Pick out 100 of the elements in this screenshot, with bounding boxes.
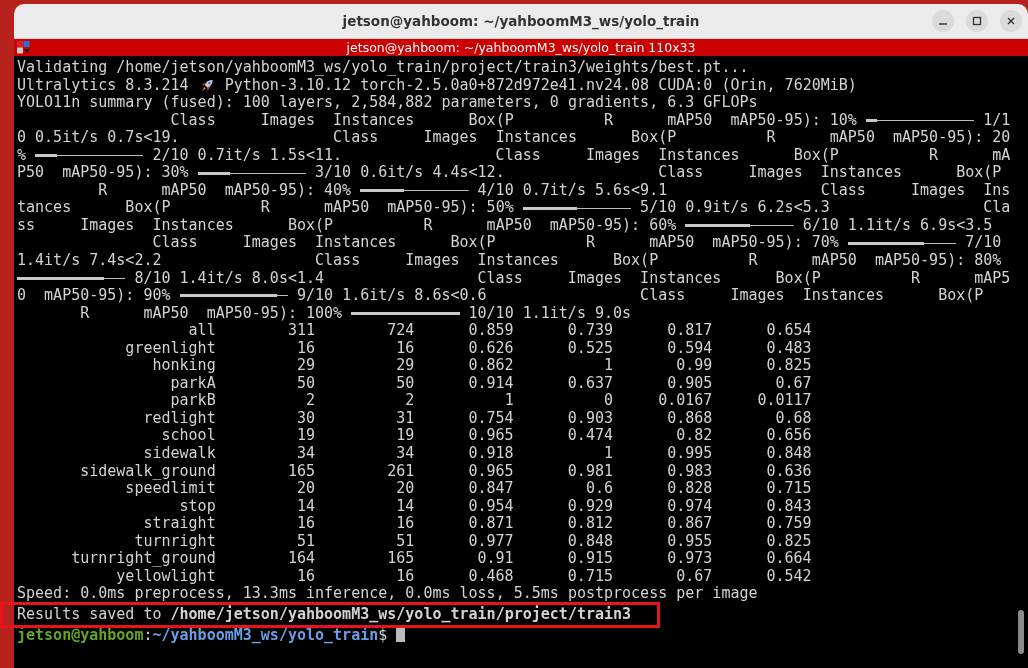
table-cell-text: 2 xyxy=(304,392,315,410)
prompt-symbol: $ xyxy=(378,626,388,645)
maximize-button[interactable] xyxy=(966,10,988,32)
table-cell-text: 50 xyxy=(395,374,415,393)
terminal-text: Ultralytics 8.3.214 xyxy=(17,76,189,95)
table-cell-text: 14 xyxy=(395,497,415,516)
table-cell-text: 0.0117 xyxy=(756,392,812,410)
table-cell-text: 165 xyxy=(386,550,415,568)
table-cell-text: 261 xyxy=(386,462,415,481)
table-cell-text: 34 xyxy=(395,445,415,463)
terminal-text: 3/10 0.6it/s 4.4s<12. Class Images Instances Box(P xyxy=(314,164,1002,182)
table-cell-text: 0.754 xyxy=(467,409,514,428)
close-icon xyxy=(1006,16,1016,26)
terminal-text: YOLO11n summary (fused): 100 layers, 2,584,882 parameters, 0 gradients, 6.3 GFLOPs xyxy=(17,94,758,112)
window-title: jetson@yahboom: ~/yahboomM3_ws/yolo_train xyxy=(342,13,700,29)
table-cell-text: stop xyxy=(178,497,216,516)
table-cell-text: 0.862 xyxy=(467,357,514,375)
terminal-text: 10/10 1.1it/s 9.0s xyxy=(467,304,632,323)
table-cell-text: 0.965 xyxy=(467,427,514,446)
table-cell-text: 165 xyxy=(286,462,315,481)
table-cell-text: yellowlight xyxy=(116,567,216,586)
table-cell-text: 0.868 xyxy=(666,409,713,428)
table-cell-text: 14 xyxy=(295,497,315,516)
table-cell-text: 0.981 xyxy=(566,462,613,481)
terminal-text: R mAP50 mAP50-95): 40% xyxy=(97,181,353,200)
scrollbar[interactable] xyxy=(1018,610,1024,654)
table-cell-text: 16 xyxy=(295,567,315,586)
minimize-button[interactable] xyxy=(932,10,954,32)
terminal-text: ss Images Instances Box(P R mAP50 mAP50-95): 60% xyxy=(17,216,678,235)
terminal-text: 1.4it/s 7.4s<2.2 Class Images Instances Box(P R mAP50 mAP50-95): 80% xyxy=(17,252,1002,270)
table-cell-text: 16 xyxy=(395,567,415,586)
table-cell-text: turnright xyxy=(133,532,216,551)
table-cell-text: 20 xyxy=(295,480,315,498)
table-cell-text: 0.715 xyxy=(566,567,613,586)
menu-icon[interactable] xyxy=(17,41,31,54)
table-cell-text: 0.636 xyxy=(765,462,812,481)
prompt-path: ~/yahboomM3_ws/yolo_train xyxy=(152,626,379,645)
table-cell-text: 0.0167 xyxy=(657,392,713,410)
terminal-text: 2/10 0.7it/s 1.5s<11. Class Images Instances Box(P R mA xyxy=(151,146,1011,165)
table-cell-text: 1 xyxy=(602,445,613,463)
terminal-text: Python-3.10.12 torch-2.5.0a0+872d972e41.nv24.08 CUDA:0 (Orin, 7620MiB) xyxy=(224,76,857,95)
table-cell-text: 16 xyxy=(295,515,315,533)
table-cell-text: 0.828 xyxy=(666,480,713,498)
table-cell-text: 16 xyxy=(395,515,415,533)
terminal-text: Class Images Instances Box(P R mAP50 mAP50-95): 70% xyxy=(151,234,840,252)
table-cell-text: honking xyxy=(151,357,216,375)
table-cell-text: 0.759 xyxy=(765,515,812,533)
close-button[interactable] xyxy=(1000,10,1022,32)
table-cell-text: 0.474 xyxy=(566,427,613,446)
table-cell-text: 0.955 xyxy=(666,532,713,551)
terminal-text: 6/10 1.1it/s 6.9s<3.5 xyxy=(801,216,993,235)
table-cell-text: 2 xyxy=(404,392,415,410)
table-cell-text: 0.6 xyxy=(584,480,613,498)
table-cell-text: 0.843 xyxy=(765,497,812,516)
table-cell-text: sidewalk xyxy=(142,445,216,463)
table-cell-text: 0.848 xyxy=(765,445,812,463)
table-cell-text: 0.918 xyxy=(467,445,514,463)
terminal-text: % xyxy=(17,146,28,165)
table-cell-text: 0.825 xyxy=(765,532,812,551)
table-cell-text: 16 xyxy=(395,339,415,358)
table-cell-text: 0.68 xyxy=(774,409,812,428)
minimize-icon xyxy=(939,23,947,25)
terminal-text: R mAP50 mAP50-95): 100% xyxy=(79,304,344,323)
text-cursor xyxy=(396,628,406,643)
table-cell-text: 0.859 xyxy=(467,322,514,340)
table-cell-text: 0.664 xyxy=(765,550,812,568)
table-cell-text: 0.656 xyxy=(765,427,812,446)
table-cell-text: greenlight xyxy=(124,339,216,358)
prompt-separator: : xyxy=(143,626,153,645)
table-cell-text: 31 xyxy=(395,409,415,428)
maximize-icon xyxy=(972,16,982,26)
table-cell-text: 0.915 xyxy=(566,550,613,568)
terminal-text: Speed: 0.0ms preprocess, 13.3ms inference, 0.0ms loss, 5.5ms postprocess per image xyxy=(17,585,758,603)
table-cell-text: 0.973 xyxy=(666,550,713,568)
table-cell-text: 0.715 xyxy=(765,480,812,498)
table-cell-text: all xyxy=(187,322,216,340)
table-cell-text: 19 xyxy=(295,427,315,446)
table-cell-text: turnright_ground xyxy=(70,550,216,568)
table-cell-text: 0.965 xyxy=(467,462,514,481)
table-cell-text: 0.867 xyxy=(666,515,713,533)
table-cell-text: 0.914 xyxy=(467,374,514,393)
table-cell-text: 50 xyxy=(295,374,315,393)
prompt-user: jetson@yahboom xyxy=(17,626,144,645)
table-cell-text: 0.871 xyxy=(467,515,514,533)
table-cell-text: 0.905 xyxy=(666,374,713,393)
table-cell-text: speedlimit xyxy=(125,480,216,498)
table-cell-text: parkA xyxy=(169,374,216,393)
terminal-text: Validating /home/jetson/yahboomM3_ws/yolo_train/project/train3/weights/best.pt... xyxy=(17,59,749,77)
table-cell-text: 34 xyxy=(295,445,315,463)
table-cell-text: 30 xyxy=(295,409,315,428)
table-cell-text: 0.594 xyxy=(666,339,713,358)
table-cell-text: 0.812 xyxy=(566,515,613,533)
table-cell-text: 20 xyxy=(395,480,415,498)
terminal-text: 9/10 1.6it/s 8.6s<0.6 Class Images Instances Box(P xyxy=(295,287,984,305)
table-cell-text: 0.929 xyxy=(566,497,613,516)
table-cell-text: 0.739 xyxy=(566,322,613,340)
table-cell-text: redlight xyxy=(142,409,216,428)
table-cell-text: 0 xyxy=(602,392,613,410)
table-cell-text: 19 xyxy=(395,427,415,446)
table-cell-text: 29 xyxy=(395,357,415,375)
